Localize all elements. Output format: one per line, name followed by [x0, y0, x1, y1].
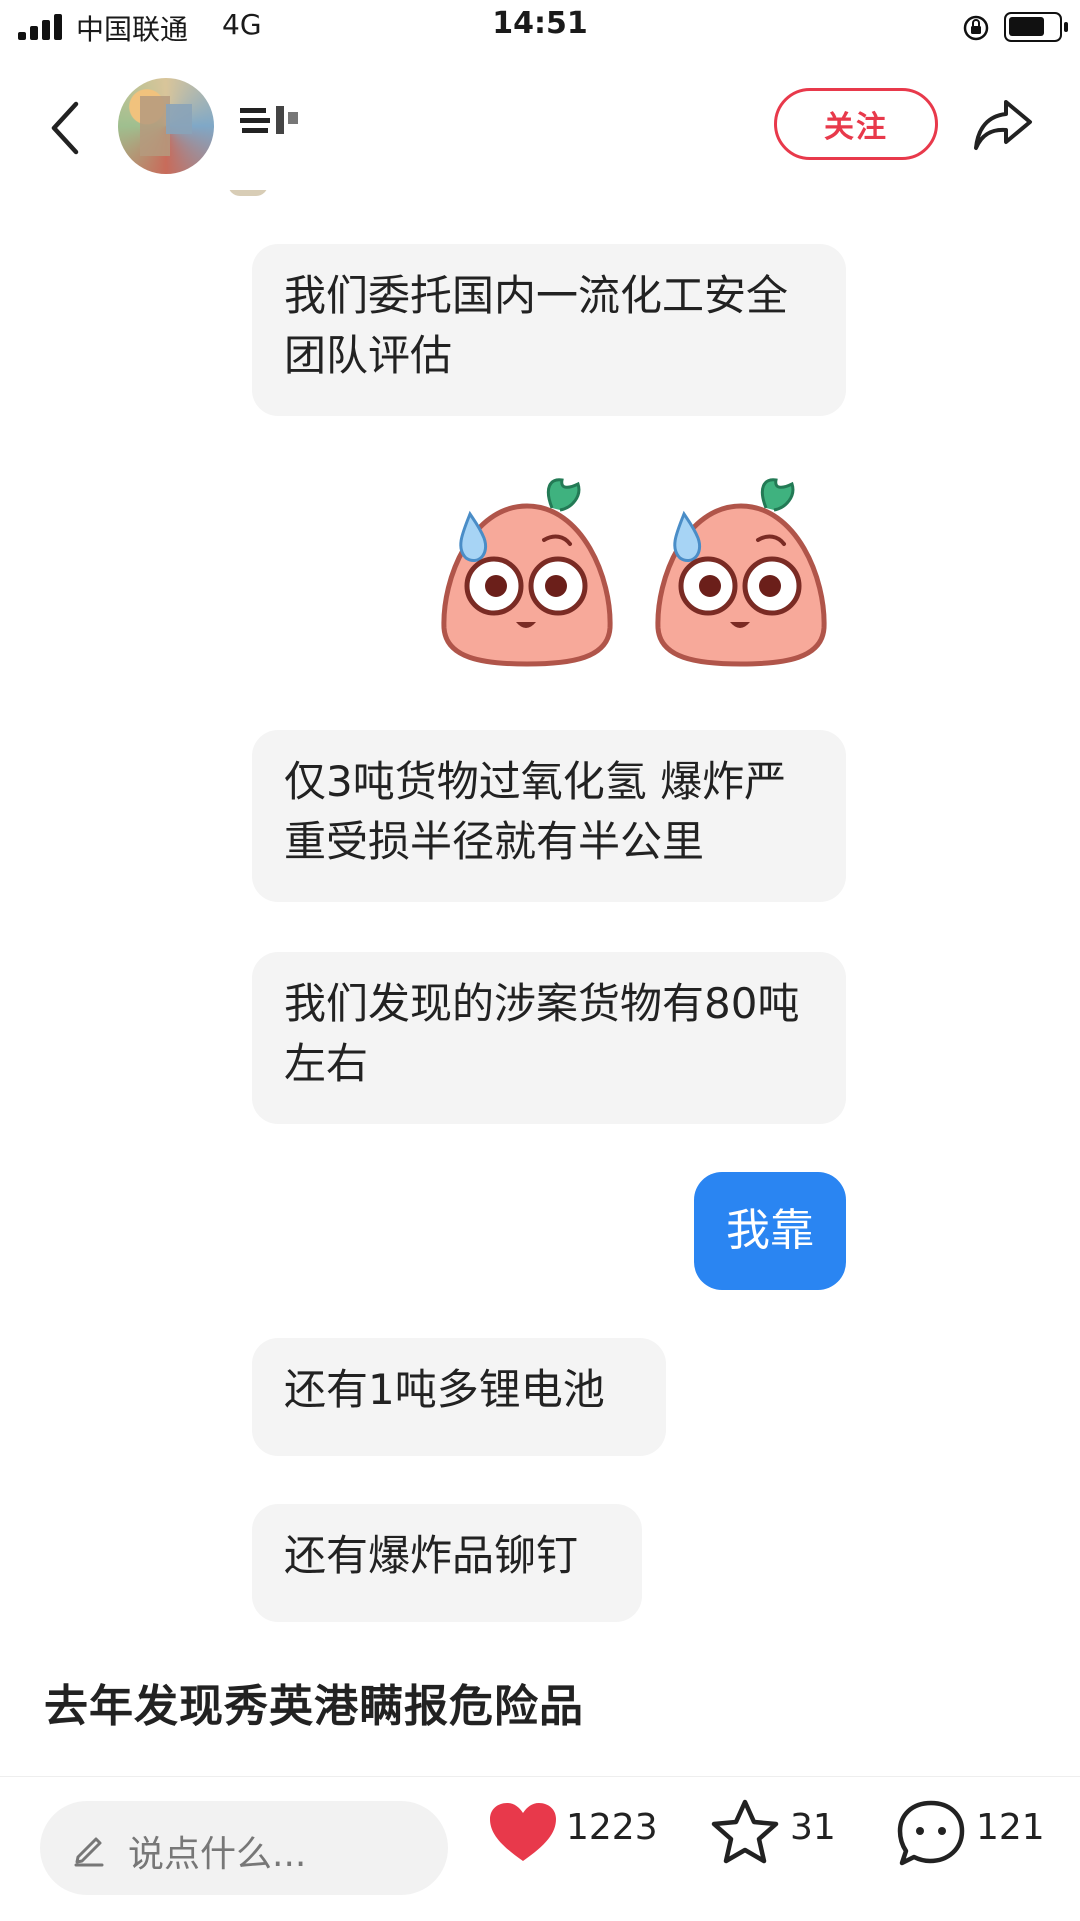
status-time: 14:51 — [492, 6, 588, 41]
post-header: 关注 — [0, 68, 1080, 188]
engagement-bar: 说点什么... 1223 31 121 — [0, 1776, 1080, 1921]
back-arrow-icon[interactable] — [44, 96, 88, 160]
username-redacted[interactable] — [240, 102, 320, 138]
chat-bubble-received: 我们委托国内一流化工安全团队评估 — [252, 244, 846, 416]
comment-input[interactable]: 说点什么... — [40, 1801, 448, 1895]
comment-count: 121 — [976, 1807, 1045, 1848]
status-bar: 中国联通 4G 14:51 — [0, 0, 1080, 56]
sweating-peach-sticker — [441, 478, 613, 667]
star-icon[interactable] — [710, 1797, 780, 1867]
chat-bubble-received: 仅3吨货物过氧化氢 爆炸严重受损半径就有半公里 — [252, 730, 846, 902]
like-count: 1223 — [566, 1807, 658, 1848]
sweating-peach-sticker — [655, 478, 827, 667]
pen-icon — [74, 1837, 104, 1867]
chat-bubble-received: 还有1吨多锂电池 — [252, 1338, 666, 1456]
chat-bubble-received: 还有爆炸品铆钉 — [252, 1504, 642, 1622]
heart-icon[interactable] — [488, 1801, 558, 1865]
avatar-mosaic — [166, 104, 192, 134]
cropped-avatar — [228, 190, 268, 196]
follow-button[interactable]: 关注 — [774, 88, 938, 160]
battery-fill — [1009, 17, 1044, 36]
battery-icon — [1004, 12, 1068, 42]
chat-screenshot: 我们委托国内一流化工安全团队评估 仅3吨货物过氧化氢 爆炸严重受损半径就有半公里… — [0, 190, 1080, 1635]
rotation-lock-icon — [963, 15, 989, 41]
comment-icon[interactable] — [896, 1797, 966, 1869]
favorite-count: 31 — [790, 1807, 836, 1848]
chat-bubble-received: 我们发现的涉案货物有80吨左右 — [252, 952, 846, 1124]
comment-placeholder: 说点什么... — [128, 1834, 307, 1875]
post-title[interactable]: 去年发现秀英港瞒报危险品 — [44, 1670, 584, 1734]
avatar[interactable] — [118, 78, 214, 174]
share-icon[interactable] — [972, 96, 1034, 154]
chat-bubble-sent: 我靠 — [694, 1172, 846, 1290]
